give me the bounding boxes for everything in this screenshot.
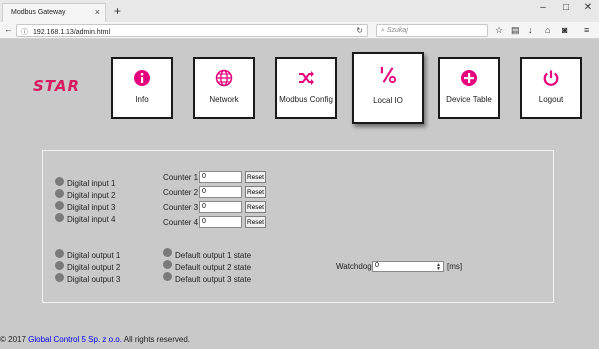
- browser-titlebar: Modbus Gateway × + – □ ✕: [0, 0, 599, 22]
- address-bar[interactable]: ⓘ 192.168.1.13/admin.html ↻: [16, 24, 368, 37]
- menu-icon[interactable]: ≡: [584, 25, 589, 35]
- url-text: 192.168.1.13/admin.html: [32, 29, 111, 36]
- watchdog-input[interactable]: 0 ▲ ▼: [372, 261, 444, 272]
- digital-input-3-led: [55, 201, 64, 210]
- globe-icon: [215, 69, 233, 87]
- bookmark-star-icon[interactable]: ☆: [495, 25, 503, 36]
- counter-2-reset-button[interactable]: Reset: [245, 186, 266, 198]
- back-icon[interactable]: ←: [4, 24, 13, 34]
- reading-list-icon[interactable]: ▤: [511, 25, 520, 36]
- nav-button-device-table[interactable]: Device Table: [438, 57, 500, 119]
- counter-4-label: Counter 4: [163, 218, 199, 227]
- digital-output-3-led[interactable]: [55, 273, 64, 282]
- nav-label-logout: Logout: [538, 95, 564, 104]
- new-tab-icon[interactable]: +: [114, 4, 121, 18]
- site-info-icon[interactable]: ⓘ: [21, 29, 28, 36]
- digital-output-2-led[interactable]: [55, 261, 64, 270]
- pocket-icon[interactable]: ◙: [562, 25, 567, 35]
- home-icon[interactable]: ⌂: [545, 25, 550, 35]
- counter-4-input[interactable]: 0: [199, 216, 242, 228]
- nav-label-network: Network: [209, 95, 239, 104]
- counter-1-input[interactable]: 0: [199, 171, 242, 183]
- search-input[interactable]: ⌕ Szukaj: [376, 24, 488, 37]
- percent-icon: [380, 66, 397, 84]
- footer: © 2017 Global Control 5 Sp. z o.o. All r…: [0, 335, 190, 344]
- digital-input-1-label: Digital input 1: [67, 179, 116, 188]
- nav-label-modbus-config: Modbus Config: [279, 95, 333, 104]
- counter-3-reset-button[interactable]: Reset: [245, 201, 266, 213]
- footer-rights: All rights reserved.: [121, 335, 190, 344]
- default-output-1-led[interactable]: [163, 248, 172, 257]
- browser-navbar: ← ⓘ 192.168.1.13/admin.html ↻ ⌕ Szukaj ☆…: [0, 22, 599, 39]
- default-output-1-label: Default output 1 state: [175, 251, 252, 260]
- nav-button-logout[interactable]: Logout: [520, 57, 582, 119]
- star-logo: STAR: [33, 77, 81, 95]
- footer-company-link[interactable]: Global Control 5 Sp. z o.o.: [28, 335, 122, 344]
- digital-input-4-led: [55, 213, 64, 222]
- nav-button-info[interactable]: Info: [111, 57, 173, 119]
- nav-label-device-table: Device Table: [446, 95, 492, 104]
- default-output-2-label: Default output 2 state: [175, 263, 252, 272]
- power-icon: [543, 70, 559, 86]
- counter-3-label: Counter 3: [163, 203, 199, 212]
- watchdog-value: 0: [375, 262, 379, 269]
- reload-icon[interactable]: ↻: [356, 26, 363, 35]
- plus-circle-icon: [461, 70, 477, 86]
- digital-output-3-label: Digital output 3: [67, 275, 121, 284]
- digital-input-1-led: [55, 177, 64, 186]
- counter-3-input[interactable]: 0: [199, 201, 242, 213]
- footer-copyright: © 2017: [0, 335, 29, 344]
- counter-1-reset-button[interactable]: Reset: [245, 171, 266, 183]
- counter-2-input[interactable]: 0: [199, 186, 242, 198]
- watchdog-label: Watchdog: [336, 262, 372, 271]
- default-output-3-label: Default output 3 state: [175, 275, 252, 284]
- download-icon[interactable]: ↓: [528, 25, 533, 35]
- default-output-3-led[interactable]: [163, 272, 172, 281]
- nav-button-network[interactable]: Network: [193, 57, 255, 119]
- digital-output-2-label: Digital output 2: [67, 263, 121, 272]
- nav-button-local-io[interactable]: Local IO: [352, 52, 424, 124]
- counter-2-label: Counter 2: [163, 188, 199, 197]
- counter-1-label: Counter 1: [163, 173, 199, 182]
- watchdog-unit: [ms]: [447, 262, 463, 271]
- shuffle-icon: [299, 71, 314, 85]
- digital-input-2-led: [55, 189, 64, 198]
- spinner-arrows-icon[interactable]: ▲ ▼: [436, 263, 442, 272]
- browser-tab[interactable]: Modbus Gateway ×: [2, 3, 106, 22]
- tab-title: Modbus Gateway: [11, 9, 66, 16]
- info-icon: [134, 70, 150, 86]
- counter-4-reset-button[interactable]: Reset: [245, 216, 266, 228]
- close-window-icon[interactable]: ✕: [578, 2, 598, 13]
- nav-label-info: Info: [135, 95, 149, 104]
- digital-output-1-led[interactable]: [55, 249, 64, 258]
- nav-label-local-io: Local IO: [373, 96, 403, 105]
- tab-close-icon[interactable]: ×: [95, 7, 100, 17]
- digital-input-4-label: Digital input 4: [67, 215, 116, 224]
- nav-button-modbus-config[interactable]: Modbus Config: [275, 57, 337, 119]
- digital-input-3-label: Digital input 3: [67, 203, 116, 212]
- maximize-icon[interactable]: □: [556, 2, 576, 13]
- search-placeholder: Szukaj: [386, 27, 408, 34]
- digital-input-2-label: Digital input 2: [67, 191, 116, 200]
- default-output-2-led[interactable]: [163, 260, 172, 269]
- minimize-icon[interactable]: –: [533, 2, 553, 13]
- digital-output-1-label: Digital output 1: [67, 251, 121, 260]
